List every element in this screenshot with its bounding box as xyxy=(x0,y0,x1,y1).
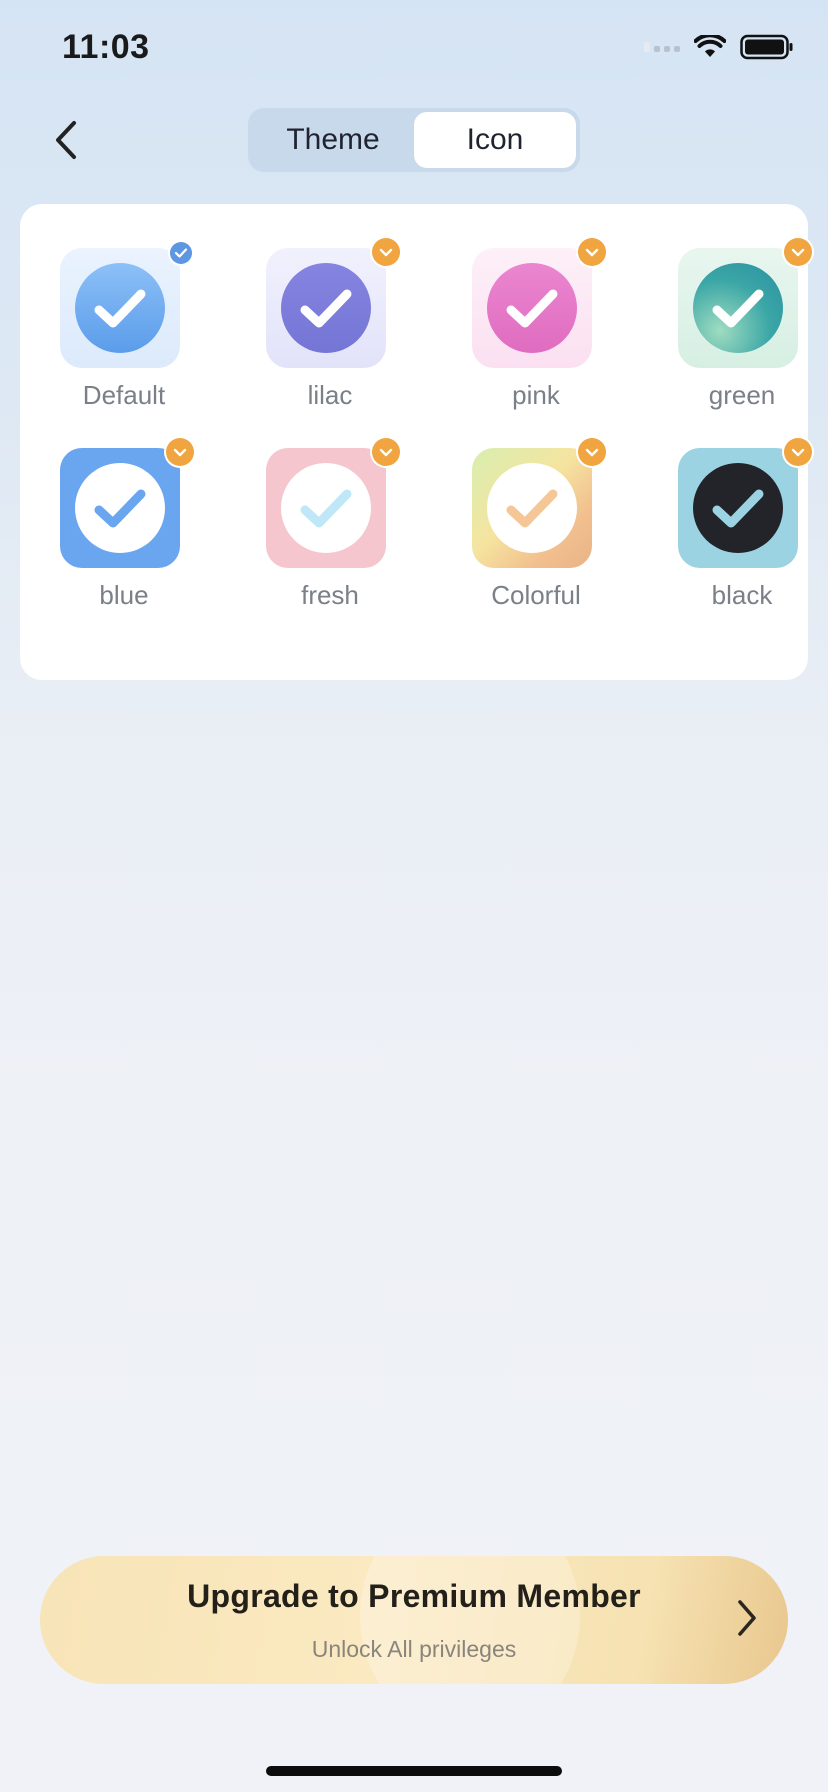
icon-option-label: lilac xyxy=(307,380,353,410)
premium-crown-badge xyxy=(578,238,606,266)
icon-option-lilac[interactable]: lilac xyxy=(246,214,406,410)
icon-option-label: Default xyxy=(82,380,166,410)
icon-options-card: Default lilac pink green blue fresh Colo… xyxy=(20,204,812,680)
icon-option-label: Colorful xyxy=(491,580,581,610)
premium-subtitle: Unlock All privileges xyxy=(311,1636,517,1662)
check-badge-icon xyxy=(174,248,188,258)
chevron-down-icon xyxy=(173,448,187,457)
status-time: 11:03 xyxy=(62,28,150,66)
icon-option-pink[interactable]: pink xyxy=(452,214,612,410)
checkmark-icon xyxy=(300,289,352,328)
checkmark-icon xyxy=(506,489,558,528)
checkmark-icon xyxy=(94,489,146,528)
premium-crown-badge xyxy=(372,238,400,266)
icon-option-label: black xyxy=(711,580,773,610)
premium-crown-badge xyxy=(784,238,812,266)
icon-option-green[interactable]: green xyxy=(658,214,818,410)
checkmark-icon xyxy=(712,289,764,328)
app-icon-preview xyxy=(678,448,798,568)
checkmark-icon xyxy=(300,489,352,528)
premium-crown-badge xyxy=(578,438,606,466)
status-icons xyxy=(644,34,794,60)
chevron-down-icon xyxy=(379,448,393,457)
icon-option-label: green xyxy=(708,380,776,410)
chevron-left-icon xyxy=(56,121,76,159)
icon-option-fresh[interactable]: fresh xyxy=(246,414,406,610)
theme-icon-segmented-control: Theme Icon xyxy=(248,108,580,172)
chevron-down-icon xyxy=(379,248,393,257)
selected-badge xyxy=(170,242,192,264)
upgrade-premium-button[interactable]: Upgrade to Premium Member Unlock All pri… xyxy=(40,1556,788,1684)
chevron-down-icon xyxy=(585,448,599,457)
premium-crown-badge xyxy=(784,438,812,466)
icon-option-label: blue xyxy=(99,580,149,610)
app-icon-preview xyxy=(678,248,798,368)
tab-icon[interactable]: Icon xyxy=(414,112,576,168)
app-icon-preview xyxy=(472,448,592,568)
home-indicator[interactable] xyxy=(266,1766,562,1776)
chevron-down-icon xyxy=(791,448,805,457)
checkmark-icon xyxy=(712,489,764,528)
icon-option-label: fresh xyxy=(301,580,359,610)
app-icon-preview xyxy=(472,248,592,368)
back-button[interactable] xyxy=(44,112,88,168)
checkmark-icon xyxy=(94,289,146,328)
chevron-right-icon xyxy=(738,1600,756,1636)
chevron-down-icon xyxy=(585,248,599,257)
app-icon-preview xyxy=(60,248,180,368)
chevron-down-icon xyxy=(791,248,805,257)
cellular-signal-icon xyxy=(644,42,680,52)
app-icon-preview xyxy=(266,248,386,368)
app-icon-preview xyxy=(266,448,386,568)
premium-title: Upgrade to Premium Member xyxy=(187,1578,641,1614)
icon-option-blue[interactable]: blue xyxy=(40,414,200,610)
premium-crown-badge xyxy=(166,438,194,466)
icon-option-colorful[interactable]: Colorful xyxy=(452,414,612,610)
app-icon-preview xyxy=(60,448,180,568)
wifi-icon xyxy=(694,35,726,57)
icon-option-default[interactable]: Default xyxy=(40,214,200,410)
tab-theme[interactable]: Theme xyxy=(252,112,414,168)
checkmark-icon xyxy=(506,289,558,328)
icon-option-black[interactable]: black xyxy=(658,414,818,610)
battery-icon xyxy=(740,34,793,60)
premium-crown-badge xyxy=(372,438,400,466)
icon-option-label: pink xyxy=(512,380,560,410)
